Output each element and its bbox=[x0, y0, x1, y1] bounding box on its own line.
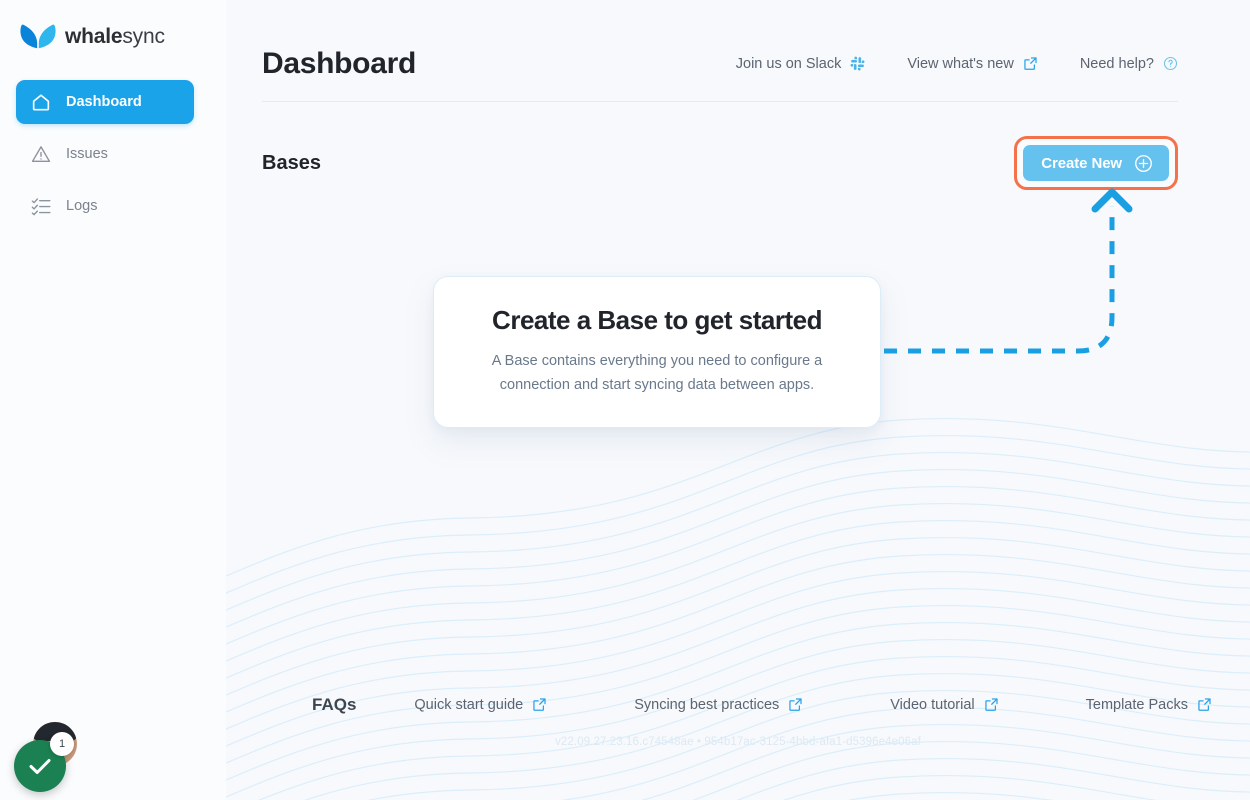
header-links: Join us on Slack View what's new Need he… bbox=[736, 56, 1178, 76]
app-version-label: v22.09.27.23.16.c74548ae • 954b17ac-3125… bbox=[555, 736, 921, 748]
main-content: Dashboard Join us on Slack View what's n… bbox=[226, 0, 1250, 800]
sidebar-item-issues[interactable]: Issues bbox=[16, 132, 194, 176]
view-whats-new-link[interactable]: View what's new bbox=[907, 56, 1037, 72]
chat-unread-badge[interactable]: 1 bbox=[50, 732, 74, 756]
need-help-link[interactable]: Need help? bbox=[1080, 56, 1178, 72]
join-slack-link-label: Join us on Slack bbox=[735, 55, 842, 72]
create-new-highlight-ring: Create New bbox=[1014, 136, 1178, 190]
view-whats-new-link-label: View what's new bbox=[907, 55, 1014, 72]
video-tutorial-label: Video tutorial bbox=[890, 696, 975, 713]
warning-triangle-icon bbox=[31, 146, 51, 163]
template-packs-link[interactable]: Template Packs bbox=[1086, 697, 1212, 713]
sidebar-item-issues-label: Issues bbox=[66, 145, 108, 162]
topbar: Dashboard Join us on Slack View what's n… bbox=[262, 30, 1178, 102]
empty-state-card: Create a Base to get started A Base cont… bbox=[433, 276, 881, 428]
sidebar-item-logs-label: Logs bbox=[66, 197, 98, 214]
create-new-button[interactable]: Create New bbox=[1023, 145, 1169, 181]
video-tutorial-link[interactable]: Video tutorial bbox=[890, 697, 998, 713]
brand-name-bold: whale bbox=[65, 24, 123, 48]
page-title: Dashboard bbox=[262, 46, 416, 80]
create-new-button-label: Create New bbox=[1041, 154, 1122, 172]
syncing-best-practices-link[interactable]: Syncing best practices bbox=[634, 697, 803, 713]
whale-tail-leaf-logo-icon bbox=[20, 24, 56, 49]
bases-section-title: Bases bbox=[262, 152, 321, 174]
syncing-best-practices-label: Syncing best practices bbox=[634, 696, 780, 713]
brand-logo[interactable]: whalesync bbox=[20, 21, 165, 51]
quick-start-guide-link[interactable]: Quick start guide bbox=[414, 697, 547, 713]
faq-label: FAQs bbox=[312, 695, 357, 714]
sidebar-nav: Dashboard Issues Logs bbox=[16, 80, 194, 236]
external-link-icon bbox=[1024, 57, 1037, 70]
empty-state-title: Create a Base to get started bbox=[492, 305, 822, 336]
sidebar-item-dashboard[interactable]: Dashboard bbox=[16, 80, 194, 124]
chat-widget[interactable]: 1 bbox=[14, 720, 92, 792]
footer-links: Quick start guide Syncing best practices… bbox=[414, 697, 1212, 713]
question-circle-icon bbox=[1163, 56, 1178, 71]
brand-name-light: sync bbox=[122, 24, 165, 48]
external-link-icon bbox=[533, 698, 546, 711]
external-link-icon bbox=[984, 698, 998, 711]
sidebar: whalesync Dashboard Issues Logs bbox=[0, 0, 226, 800]
empty-state-description: A Base contains everything you need to c… bbox=[491, 353, 823, 393]
plus-circle-icon bbox=[1135, 154, 1152, 172]
footer-faq-bar: FAQs Quick start guide Syncing best prac… bbox=[312, 696, 1212, 713]
bases-section-header: Bases Create New bbox=[262, 136, 1178, 190]
sidebar-item-dashboard-label: Dashboard bbox=[66, 93, 142, 110]
external-link-icon bbox=[1198, 698, 1211, 711]
need-help-link-label: Need help? bbox=[1079, 55, 1154, 72]
home-icon bbox=[32, 94, 50, 111]
checklist-icon bbox=[31, 198, 51, 216]
quick-start-guide-label: Quick start guide bbox=[414, 696, 524, 713]
slack-icon bbox=[850, 56, 865, 71]
template-packs-label: Template Packs bbox=[1085, 696, 1188, 713]
sidebar-item-logs[interactable]: Logs bbox=[16, 184, 194, 228]
brand-name: whalesync bbox=[65, 26, 165, 47]
external-link-icon bbox=[789, 698, 802, 711]
join-slack-link[interactable]: Join us on Slack bbox=[736, 56, 866, 72]
checkmark-icon bbox=[29, 759, 51, 774]
